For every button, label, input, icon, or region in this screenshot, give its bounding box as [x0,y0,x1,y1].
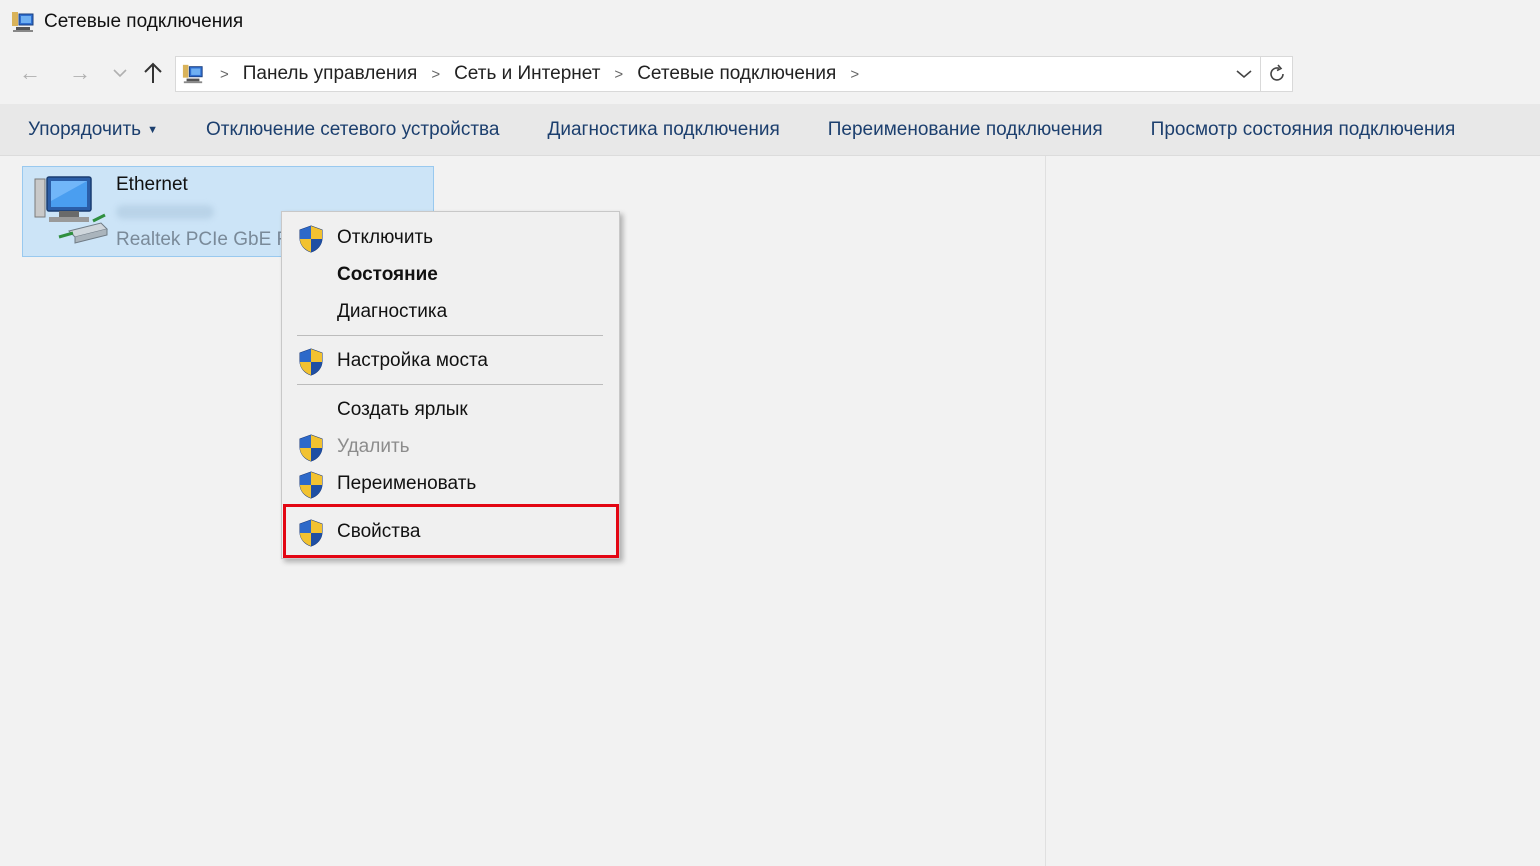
menu-item-disable[interactable]: Отключить [282,221,619,255]
back-arrow-icon[interactable]: ← [15,58,45,88]
menu-item-delete: Удалить [282,430,619,464]
menu-item-label: Удалить [337,436,410,457]
menu-item-diagnose[interactable]: Диагностика [282,295,619,329]
network-adapter-icon [34,176,108,244]
menu-item-label: Диагностика [337,301,448,322]
refresh-icon[interactable] [1260,57,1292,91]
chevron-right-icon[interactable]: > [614,66,623,83]
uac-shield-icon [298,225,324,253]
menu-separator [297,335,603,336]
chevron-right-icon[interactable]: > [431,66,440,83]
menu-separator [297,384,603,385]
network-folder-icon [180,63,206,85]
navigation-bar: ← → > Панель управления > Сеть и Интерне… [0,52,1540,96]
menu-item-label: Состояние [337,264,438,285]
forward-arrow-icon[interactable]: → [65,58,95,88]
caret-down-icon: ▼ [147,123,158,136]
menu-item-label: Переименовать [337,473,477,494]
menu-item-status[interactable]: Состояние [282,258,619,292]
address-dropdown-chevron-icon[interactable] [1228,57,1260,91]
context-menu: Отключить Состояние Диагностика Настройк… [281,211,620,559]
diagnose-connection-button[interactable]: Диагностика подключения [548,119,780,141]
view-status-button[interactable]: Просмотр состояния подключения [1151,119,1456,141]
breadcrumb-network-internet[interactable]: Сеть и Интернет [454,63,600,85]
menu-item-label: Создать ярлык [337,399,468,420]
window-title: Сетевые подключения [44,11,244,32]
uac-shield-icon [298,471,324,499]
connection-network-blurred [116,205,214,219]
command-toolbar: Упорядочить ▼ Отключение сетевого устрой… [0,104,1540,156]
menu-item-rename[interactable]: Переименовать [282,467,619,501]
organize-button[interactable]: Упорядочить ▼ [28,119,158,141]
properties-highlight-box [283,504,619,558]
pane-divider [1045,156,1046,866]
title-bar: Сетевые подключения [0,0,1540,44]
rename-connection-button[interactable]: Переименование подключения [828,119,1103,141]
uac-shield-icon [298,434,324,462]
menu-item-create-shortcut[interactable]: Создать ярлык [282,393,619,427]
uac-shield-icon [298,348,324,376]
connections-list-area: Ethernet Realtek PCIe GbE Fa [0,156,1540,866]
organize-label: Упорядочить [28,118,142,140]
connection-name: Ethernet [116,174,188,195]
network-connections-window: Сетевые подключения ← → > Панель управле… [0,0,1540,866]
disable-device-button[interactable]: Отключение сетевого устройства [206,119,500,141]
chevron-right-icon[interactable]: > [220,66,229,83]
breadcrumb-control-panel[interactable]: Панель управления [243,63,418,85]
menu-item-label: Отключить [337,227,434,248]
menu-item-bridge[interactable]: Настройка моста [282,344,619,378]
breadcrumb-network-connections[interactable]: Сетевые подключения [637,63,836,85]
network-connections-icon [10,10,36,34]
address-bar[interactable]: > Панель управления > Сеть и Интернет > … [175,56,1293,92]
recent-locations-chevron-icon[interactable] [105,58,135,88]
up-arrow-icon[interactable] [138,58,168,88]
chevron-right-icon[interactable]: > [850,66,859,83]
menu-item-label: Настройка моста [337,350,488,371]
